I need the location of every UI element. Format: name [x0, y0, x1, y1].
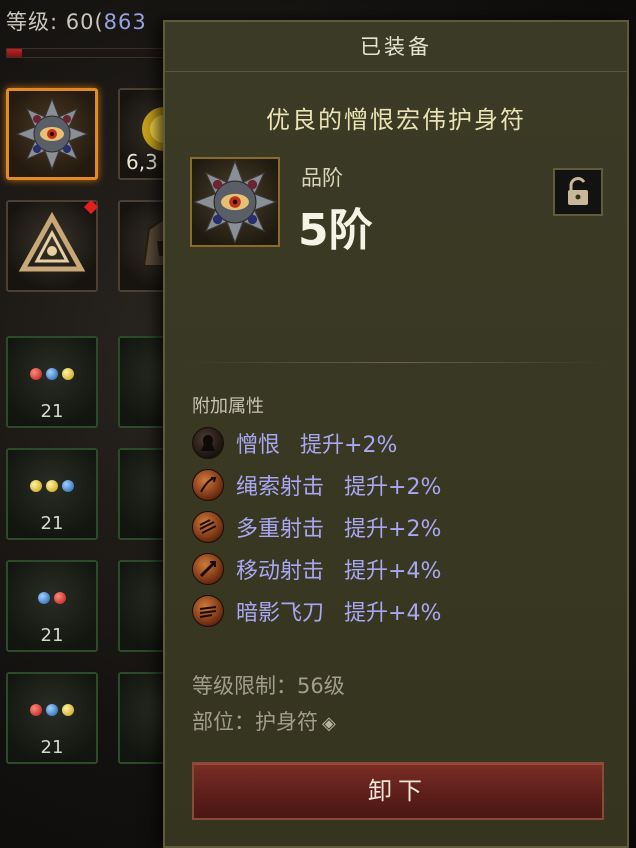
blue-gem-icon	[46, 368, 58, 380]
attribute-row: 暗影飞刀 提升+4%	[192, 590, 441, 632]
amulet-slot-icon	[15, 97, 89, 171]
player-level: 等级: 60(863	[6, 6, 147, 36]
level-prefix: 等级: 60(	[6, 10, 104, 34]
attribute-name: 暗影飞刀	[236, 601, 325, 626]
attribute-row: 憎恨 提升+2%	[192, 422, 441, 464]
item-level: 21	[40, 625, 64, 646]
yellow-gem-icon	[62, 368, 74, 380]
yellow-gem-icon	[62, 704, 74, 716]
inventory-slot[interactable]: 21	[6, 448, 98, 540]
slot-type-icon: ◈	[322, 713, 336, 734]
game-screen: 等级: 60(863 6,3 21 21 21 21 已装备 优良的憎恨宏伟护身…	[0, 0, 636, 848]
attribute-name: 憎恨	[236, 433, 281, 458]
level-value: 863	[103, 10, 147, 34]
unequip-button[interactable]: 卸下	[192, 762, 604, 820]
attribute-bonus: 提升+2%	[344, 475, 442, 500]
gem-sockets	[8, 368, 96, 380]
triangle-crest-icon	[18, 211, 86, 272]
multishot-icon	[192, 511, 224, 543]
xp-bar-fill	[7, 49, 23, 57]
attributes-heading: 附加属性	[192, 396, 264, 417]
amulet-slot[interactable]	[6, 88, 98, 180]
attribute-bonus: 提升+4%	[344, 559, 442, 584]
attribute-bonus: 提升+2%	[344, 517, 442, 542]
xp-bar	[6, 48, 176, 58]
attribute-row: 移动射击 提升+4%	[192, 548, 441, 590]
item-level: 21	[40, 513, 64, 534]
item-icon	[190, 157, 280, 247]
attribute-name: 多重射击	[236, 517, 325, 542]
crest-slot[interactable]	[6, 200, 98, 292]
moving-shot-icon	[192, 553, 224, 585]
blue-gem-icon	[38, 592, 50, 604]
item-level: 21	[40, 737, 64, 758]
amulet-icon	[192, 159, 278, 245]
red-gem-icon	[54, 592, 66, 604]
section-divider	[187, 362, 605, 363]
yellow-gem-icon	[30, 480, 42, 492]
red-gem-icon	[30, 368, 42, 380]
slot-type: 部位：护身符	[192, 710, 318, 734]
item-tooltip: 已装备 优良的憎恨宏伟护身符 品阶 5阶 附加属性 憎恨 提升+2% 绳索射击 …	[163, 20, 629, 848]
level-requirement: 等级限制：56级	[192, 674, 345, 698]
lock-toggle-button[interactable]	[553, 168, 603, 216]
attribute-name: 移动射击	[236, 559, 325, 584]
inventory-slot[interactable]: 21	[6, 560, 98, 652]
gold-amount: 6,3	[126, 150, 158, 174]
attribute-row: 多重射击 提升+2%	[192, 506, 441, 548]
shadow-knife-icon	[192, 595, 224, 627]
gem-sockets	[8, 480, 96, 492]
item-title: 优良的憎恨宏伟护身符	[266, 106, 526, 134]
hatred-icon	[192, 427, 224, 459]
attribute-row: 绳索射击 提升+2%	[192, 464, 441, 506]
item-level: 21	[40, 401, 64, 422]
rank-label: 品阶	[301, 166, 343, 190]
slot-type-line: 部位：护身符 ◈	[192, 706, 336, 736]
inventory-slot[interactable]: 21	[6, 336, 98, 428]
attribute-name: 绳索射击	[236, 475, 325, 500]
rank-value: 5阶	[298, 205, 373, 256]
red-gem-icon	[30, 704, 42, 716]
blue-gem-icon	[46, 704, 58, 716]
yellow-gem-icon	[46, 480, 58, 492]
attribute-bonus: 提升+2%	[300, 433, 398, 458]
rope-shot-icon	[192, 469, 224, 501]
attribute-bonus: 提升+4%	[344, 601, 442, 626]
unlock-icon	[568, 177, 588, 205]
inventory-slot[interactable]: 21	[6, 672, 98, 764]
blue-gem-icon	[62, 480, 74, 492]
gem-sockets	[8, 592, 96, 604]
attribute-list: 憎恨 提升+2% 绳索射击 提升+2% 多重射击 提升+2% 移动射击 提升+4…	[192, 422, 441, 632]
tooltip-header: 已装备	[165, 22, 627, 72]
gem-sockets	[8, 704, 96, 716]
